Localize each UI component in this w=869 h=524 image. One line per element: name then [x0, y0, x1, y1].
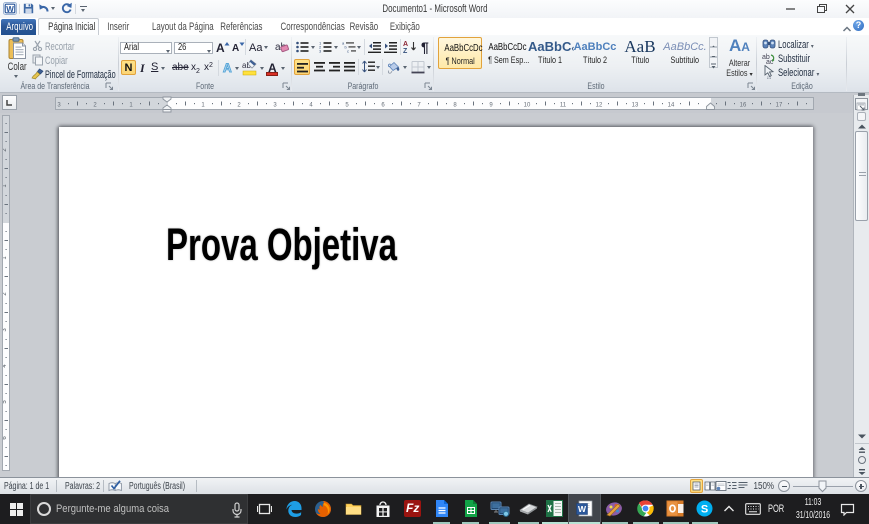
svg-text:11: 11 — [560, 103, 567, 109]
svg-text:6: 6 — [381, 103, 385, 109]
svg-text:5: 5 — [3, 400, 8, 404]
svg-text:1: 1 — [201, 103, 205, 109]
svg-text:14: 14 — [668, 103, 675, 109]
svg-text:2: 2 — [93, 103, 97, 109]
svg-text:7: 7 — [417, 103, 421, 109]
svg-text:2: 2 — [237, 103, 241, 109]
svg-text:3: 3 — [273, 103, 277, 109]
svg-text:2: 2 — [3, 148, 8, 152]
svg-text:W: W — [578, 504, 587, 514]
svg-text:4: 4 — [3, 364, 8, 368]
svg-text:1: 1 — [3, 184, 8, 188]
svg-text:16: 16 — [740, 103, 747, 109]
svg-text:10: 10 — [524, 103, 531, 109]
svg-text:12: 12 — [596, 103, 603, 109]
svg-text:c: c — [347, 49, 349, 54]
svg-text:2: 2 — [3, 292, 8, 296]
svg-text:4: 4 — [309, 103, 313, 109]
svg-text:3: 3 — [57, 103, 61, 109]
svg-text:13: 13 — [632, 103, 639, 109]
svg-text:17: 17 — [776, 103, 783, 109]
svg-text:5: 5 — [345, 103, 349, 109]
svg-text:A: A — [403, 41, 408, 48]
svg-text:S: S — [701, 504, 708, 516]
svg-text:6: 6 — [3, 436, 8, 440]
svg-text:1: 1 — [3, 256, 8, 260]
svg-text:9: 9 — [489, 103, 493, 109]
svg-text:3: 3 — [319, 49, 322, 54]
svg-text:8: 8 — [453, 103, 457, 109]
svg-text:1: 1 — [129, 103, 133, 109]
svg-text:Z: Z — [403, 48, 408, 54]
svg-text:W: W — [6, 5, 14, 14]
svg-text:3: 3 — [3, 328, 8, 332]
